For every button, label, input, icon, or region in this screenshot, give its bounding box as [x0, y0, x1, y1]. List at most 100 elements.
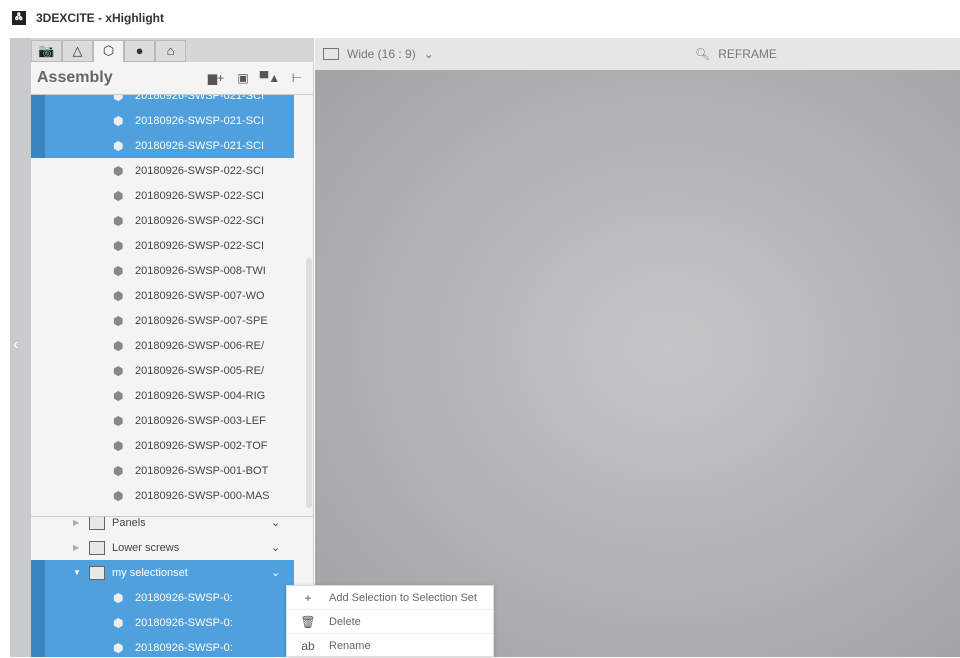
speaker-model [315, 38, 960, 657]
tree-row-label: 20180926-SWSP-022-SCI [135, 239, 265, 252]
selection-set-icon[interactable]: ▣ [232, 71, 254, 85]
part-icon: ⬢ [113, 163, 124, 178]
tree-row[interactable]: ⬢ 20180926-SWSP-001-BOT [31, 458, 294, 483]
part-icon: ⬢ [113, 413, 124, 428]
tree-row-label: 20180926-SWSP-003-LEF [135, 414, 266, 427]
add-folder-icon[interactable]: ▆+ [205, 71, 227, 85]
chevron-down-icon[interactable]: ⌄ [271, 566, 280, 579]
tree-row[interactable]: ⬢ 20180926-SWSP-022-SCI [31, 183, 294, 208]
list-item[interactable]: ⬢ 20180926-SWSP-0: [31, 635, 286, 657]
tree-row-label: 20180926-SWSP-021-SCI [135, 139, 265, 152]
tab-camera[interactable]: 📷 [31, 40, 62, 62]
assembly-tree: ⬢ 20180926-SWSP-021-SCI ⬢ 20180926-SWSP-021… [31, 95, 314, 515]
environment-icon: ⌂ [166, 43, 175, 58]
expand-icon: ▶ [73, 543, 80, 552]
tree-row-label: 20180926-SWSP-008-TWI [135, 264, 266, 277]
panel-collapse-strip[interactable]: ‹ [10, 38, 45, 657]
item-label: 20180926-SWSP-0: [135, 616, 233, 629]
selection-sets: ▶ Panels ⌄ ▶ Lower screws ⌄ ▼ my selectionset… [31, 516, 314, 657]
shapes-icon: △ [72, 43, 83, 58]
part-icon: ⬢ [113, 313, 124, 328]
part-icon: ⬢ [113, 213, 124, 228]
part-icon: ⬢ [113, 488, 124, 503]
item-label: 20180926-SWSP-0: [135, 641, 233, 654]
group-lower-screws[interactable]: ▶ Lower screws ⌄ [31, 535, 294, 560]
tree-row-label: 20180926-SWSP-006-RE/ [135, 339, 265, 352]
group-panels[interactable]: ▶ Panels ⌄ [31, 517, 294, 535]
camera-icon: 📷 [38, 43, 55, 58]
menu-label: Rename [329, 640, 371, 652]
tree-row[interactable]: ⬢ 20180926-SWSP-006-RE/ [31, 333, 294, 358]
menu-label: Delete [329, 615, 361, 628]
tree-row[interactable]: ⬢ 20180926-SWSP-007-WO [31, 283, 294, 308]
context-menu: + Add Selection to Selection Set 🗑︎ Delete… [286, 585, 494, 657]
tree-row[interactable]: ⬢ 20180926-SWSP-004-RIG [31, 383, 294, 408]
part-icon: ⬢ [113, 138, 124, 153]
chevron-down-icon[interactable]: ⌄ [271, 517, 280, 529]
part-icon: ⬢ [113, 363, 124, 378]
tab-assembly[interactable]: ⬡ [93, 40, 124, 62]
tree-row[interactable]: ⬢ 20180926-SWSP-002-TOF [31, 433, 294, 458]
tree-row[interactable]: ⬢ 20180926-SWSP-022-SCI [31, 158, 294, 183]
part-icon: ⬢ [113, 463, 124, 478]
delete-icon: 🗑︎ [300, 614, 316, 629]
tab-environment[interactable]: ⌂ [155, 40, 186, 62]
app-title: 3DEXCITE - xHighlight [36, 11, 165, 25]
panel-tabs: 📷 △ ⬡ ● ⌂ [31, 38, 314, 62]
tree-row-label: 20180926-SWSP-005-RE/ [135, 364, 265, 377]
chevron-left-icon[interactable]: ‹ [13, 336, 18, 354]
chevron-down-icon[interactable]: ⌄ [271, 541, 280, 554]
tab-material[interactable]: ● [124, 40, 155, 62]
rename-icon: ab [301, 639, 315, 653]
menu-item-rename[interactable]: ab Rename [287, 634, 493, 658]
assembly-panel: 📷 △ ⬡ ● ⌂ Assembly ▆+ ▣ ▀▲ ⊢ ⬢ 20180926-S… [31, 38, 314, 657]
part-icon: ⬢ [113, 615, 124, 630]
tab-shapes[interactable]: △ [62, 40, 93, 62]
menu-item-delete[interactable]: 🗑︎ Delete [287, 610, 493, 634]
tree-row[interactable]: ⬢ 20180926-SWSP-021-SCI [31, 95, 294, 108]
expand-icon: ▶ [73, 518, 80, 527]
tree-scrollbar[interactable] [306, 258, 312, 508]
tree-row-label: 20180926-SWSP-022-SCI [135, 189, 265, 202]
plus-icon: + [304, 590, 312, 605]
list-item[interactable]: ⬢ 20180926-SWSP-0: [31, 585, 286, 610]
group-my-selectionset[interactable]: ▼ my selectionset ⌄ [31, 560, 294, 585]
tree-row[interactable]: ⬢ 20180926-SWSP-007-SPE [31, 308, 294, 333]
part-icon: ⬢ [113, 338, 124, 353]
menu-item-add-selection[interactable]: + Add Selection to Selection Set [287, 586, 493, 610]
upload-icon[interactable]: ▀▲ [259, 71, 281, 85]
panel-header: Assembly ▆+ ▣ ▀▲ ⊢ [31, 62, 314, 95]
assembly-icon: ⬡ [102, 43, 115, 58]
group-label: Lower screws [112, 541, 180, 554]
list-item[interactable]: ⬢ 20180926-SWSP-0: [31, 610, 286, 635]
tree-row[interactable]: ⬢ 20180926-SWSP-005-RE/ [31, 358, 294, 383]
tree-row-label: 20180926-SWSP-021-SCI [135, 114, 265, 127]
tree-row-label: 20180926-SWSP-007-SPE [135, 314, 268, 327]
tree-row[interactable]: ⬢ 20180926-SWSP-003-LEF [31, 408, 294, 433]
tree-row[interactable]: ⬢ 20180926-SWSP-021-SCI [31, 133, 294, 158]
hierarchy-icon[interactable]: ⊢ [286, 71, 308, 85]
part-icon: ⬢ [113, 188, 124, 203]
part-icon: ⬢ [113, 238, 124, 253]
tree-row-label: 20180926-SWSP-000-MAS [135, 489, 270, 502]
tree-row-label: 20180926-SWSP-007-WO [135, 289, 265, 302]
title-bar: Ꮬ 3DEXCITE - xHighlight [0, 0, 960, 36]
tree-row[interactable]: ⬢ 20180926-SWSP-022-SCI [31, 208, 294, 233]
folder-icon [89, 517, 105, 530]
part-icon: ⬢ [113, 590, 124, 605]
group-label: my selectionset [112, 566, 188, 579]
tree-row-label: 20180926-SWSP-004-RIG [135, 389, 266, 402]
tree-row[interactable]: ⬢ 20180926-SWSP-021-SCI [31, 108, 294, 133]
part-icon: ⬢ [113, 113, 124, 128]
item-label: 20180926-SWSP-0: [135, 591, 233, 604]
part-icon: ⬢ [113, 388, 124, 403]
3d-viewport[interactable]: Wide (16 : 9) ⌄ 🔍︎ REFRAME [315, 38, 960, 657]
panel-title: Assembly [37, 69, 113, 86]
tree-row[interactable]: ⬢ 20180926-SWSP-022-SCI [31, 233, 294, 258]
tree-row-label: 20180926-SWSP-002-TOF [135, 439, 268, 452]
tree-row[interactable]: ⬢ 20180926-SWSP-008-TWI [31, 258, 294, 283]
part-icon: ⬢ [113, 288, 124, 303]
part-icon: ⬢ [113, 263, 124, 278]
tree-row-label: 20180926-SWSP-022-SCI [135, 164, 265, 177]
tree-row[interactable]: ⬢ 20180926-SWSP-000-MAS [31, 483, 294, 508]
